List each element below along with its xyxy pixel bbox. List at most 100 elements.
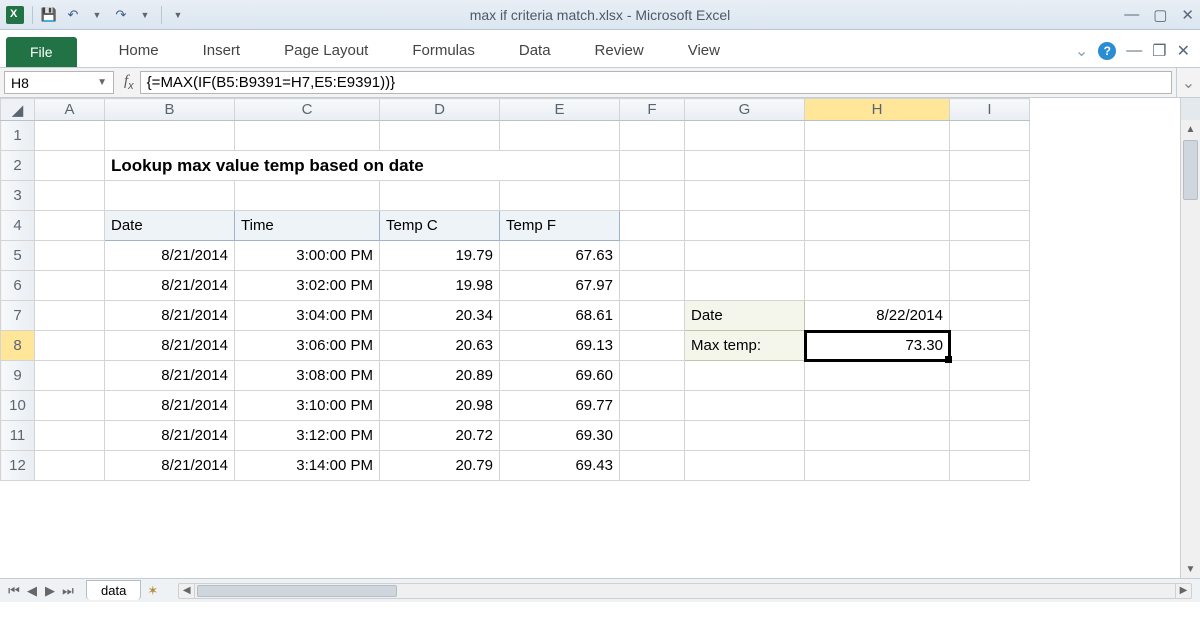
cell[interactable]: 8/21/2014 <box>105 451 235 481</box>
hdr-time[interactable]: Time <box>235 211 380 241</box>
title-cell[interactable]: Lookup max value temp based on date <box>105 151 620 181</box>
tab-insert[interactable]: Insert <box>181 34 263 67</box>
formula-bar-expand-icon[interactable]: ⌄ <box>1176 68 1200 97</box>
cell[interactable]: 19.98 <box>380 271 500 301</box>
undo-icon[interactable]: ↶ <box>65 7 81 23</box>
help-icon[interactable]: ? <box>1098 42 1116 60</box>
cell[interactable]: 69.13 <box>500 331 620 361</box>
cell[interactable]: 8/21/2014 <box>105 421 235 451</box>
cell[interactable]: 69.30 <box>500 421 620 451</box>
sheet-tab-data[interactable]: data <box>86 580 141 600</box>
cell[interactable]: 8/21/2014 <box>105 241 235 271</box>
row-2[interactable]: 2 <box>1 151 35 181</box>
tab-formulas[interactable]: Formulas <box>390 34 497 67</box>
cell[interactable]: 8/21/2014 <box>105 271 235 301</box>
qat-customize-icon[interactable]: ▼ <box>170 7 186 23</box>
cell[interactable]: 69.77 <box>500 391 620 421</box>
minimize-button[interactable]: ― <box>1124 6 1139 24</box>
fx-icon[interactable]: fx <box>124 73 134 92</box>
cell[interactable]: 20.79 <box>380 451 500 481</box>
row-9[interactable]: 9 <box>1 361 35 391</box>
redo-icon[interactable]: ↷ <box>113 7 129 23</box>
cell[interactable]: 8/21/2014 <box>105 391 235 421</box>
row-5[interactable]: 5 <box>1 241 35 271</box>
cell[interactable]: 3:10:00 PM <box>235 391 380 421</box>
file-tab[interactable]: File <box>6 37 77 67</box>
workbook-minimize-button[interactable]: ― <box>1126 42 1142 60</box>
name-box-dropdown-icon[interactable]: ▼ <box>97 77 107 88</box>
cell[interactable]: 20.98 <box>380 391 500 421</box>
hscroll-right-icon[interactable]: ▶ <box>1175 584 1191 598</box>
tab-page-layout[interactable]: Page Layout <box>262 34 390 67</box>
tab-data[interactable]: Data <box>497 34 573 67</box>
maximize-button[interactable]: ▢ <box>1153 6 1167 24</box>
worksheet-grid[interactable]: ◢ A B C D E F G H I 1 2 Lookup max value… <box>0 98 1200 578</box>
col-A[interactable]: A <box>35 99 105 121</box>
scroll-thumb[interactable] <box>1183 140 1198 200</box>
lookup-date-value[interactable]: 8/22/2014 <box>805 301 950 331</box>
cell[interactable]: 20.72 <box>380 421 500 451</box>
hscroll-thumb[interactable] <box>197 585 397 597</box>
cell[interactable]: 19.79 <box>380 241 500 271</box>
col-E[interactable]: E <box>500 99 620 121</box>
cell[interactable]: 8/21/2014 <box>105 301 235 331</box>
col-G[interactable]: G <box>685 99 805 121</box>
save-icon[interactable]: 💾 <box>41 7 57 23</box>
lookup-max-label[interactable]: Max temp: <box>685 331 805 361</box>
select-all-corner[interactable]: ◢ <box>1 99 35 121</box>
workbook-close-button[interactable]: ✕ <box>1177 41 1190 61</box>
cell[interactable]: 67.97 <box>500 271 620 301</box>
hscroll-left-icon[interactable]: ◀ <box>179 584 195 598</box>
tab-home[interactable]: Home <box>97 34 181 67</box>
cell[interactable]: 3:04:00 PM <box>235 301 380 331</box>
cell[interactable]: 3:06:00 PM <box>235 331 380 361</box>
lookup-date-label[interactable]: Date <box>685 301 805 331</box>
cell[interactable]: 20.89 <box>380 361 500 391</box>
cell[interactable]: 3:02:00 PM <box>235 271 380 301</box>
col-H[interactable]: H <box>805 99 950 121</box>
scroll-up-icon[interactable]: ▲ <box>1181 120 1200 138</box>
new-sheet-icon[interactable]: ✶ <box>147 583 158 599</box>
scroll-down-icon[interactable]: ▼ <box>1181 560 1200 578</box>
excel-app-icon[interactable] <box>6 6 24 24</box>
sheet-nav-prev-icon[interactable]: ◀ <box>24 583 40 599</box>
tab-view[interactable]: View <box>666 34 742 67</box>
cell[interactable]: 8/21/2014 <box>105 331 235 361</box>
sheet-nav-next-icon[interactable]: ▶ <box>42 583 58 599</box>
row-12[interactable]: 12 <box>1 451 35 481</box>
row-1[interactable]: 1 <box>1 121 35 151</box>
col-D[interactable]: D <box>380 99 500 121</box>
cell[interactable]: 3:14:00 PM <box>235 451 380 481</box>
workbook-restore-button[interactable]: ❐ <box>1152 41 1166 61</box>
row-8[interactable]: 8 <box>1 331 35 361</box>
row-11[interactable]: 11 <box>1 421 35 451</box>
close-button[interactable]: ✕ <box>1181 6 1194 24</box>
vertical-scrollbar[interactable]: ▲ ▼ <box>1180 120 1200 578</box>
cell[interactable]: 8/21/2014 <box>105 361 235 391</box>
horizontal-scrollbar[interactable]: ◀ ▶ <box>178 583 1192 599</box>
split-handle[interactable] <box>1180 98 1200 120</box>
row-4[interactable]: 4 <box>1 211 35 241</box>
row-10[interactable]: 10 <box>1 391 35 421</box>
cell[interactable]: 3:00:00 PM <box>235 241 380 271</box>
col-I[interactable]: I <box>950 99 1030 121</box>
cell[interactable]: 69.60 <box>500 361 620 391</box>
sheet-nav-last-icon[interactable]: ⏭ <box>60 583 76 599</box>
row-7[interactable]: 7 <box>1 301 35 331</box>
cell[interactable]: 20.63 <box>380 331 500 361</box>
cell[interactable]: 3:12:00 PM <box>235 421 380 451</box>
cell[interactable]: 69.43 <box>500 451 620 481</box>
redo-dropdown-icon[interactable]: ▼ <box>137 7 153 23</box>
cell[interactable]: 3:08:00 PM <box>235 361 380 391</box>
hdr-tempf[interactable]: Temp F <box>500 211 620 241</box>
row-6[interactable]: 6 <box>1 271 35 301</box>
sheet-nav-first-icon[interactable]: ⏮ <box>6 583 22 599</box>
cell[interactable]: 67.63 <box>500 241 620 271</box>
tab-review[interactable]: Review <box>573 34 666 67</box>
col-B[interactable]: B <box>105 99 235 121</box>
formula-input[interactable]: {=MAX(IF(B5:B9391=H7,E5:E9391))} <box>140 71 1172 94</box>
ribbon-minimize-icon[interactable]: ⌄ <box>1075 41 1088 61</box>
active-cell[interactable]: 73.30 <box>805 331 950 361</box>
row-3[interactable]: 3 <box>1 181 35 211</box>
name-box[interactable]: H8 ▼ <box>4 71 114 94</box>
